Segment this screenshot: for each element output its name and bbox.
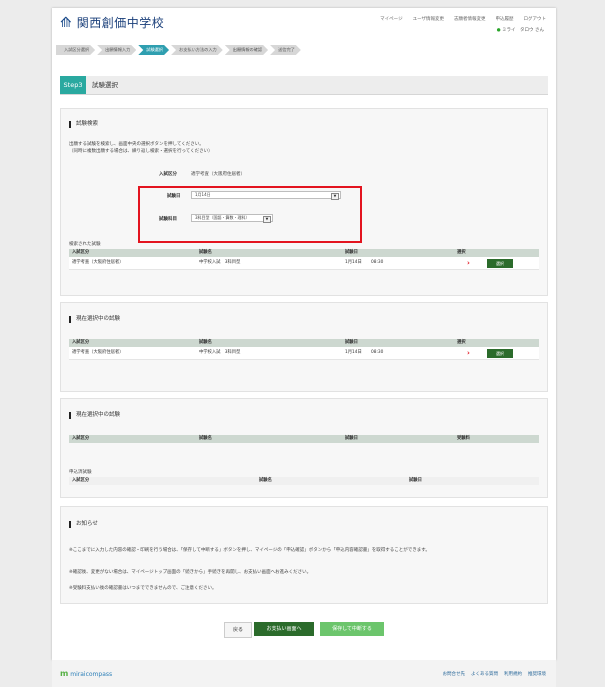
col-select: 選択 <box>457 340 466 345</box>
miraicompass-logo[interactable]: m miraicompass <box>60 669 112 678</box>
table-row: 適学考査（大阪府住居者） 中学校入試 3科目型 1月14日 08:30 › 選択 <box>69 257 539 270</box>
col-division: 入試区分 <box>72 340 90 345</box>
step-2: 出願情報入力 <box>97 45 136 55</box>
notice-line-3: ※受験料支払い後の確認書はいつまでできませんので、ご注意ください。 <box>69 586 217 591</box>
step-3-active: 試験選択 <box>138 45 169 55</box>
chevron-right-icon: › <box>467 349 470 357</box>
col-division: 入試区分 <box>72 436 90 441</box>
footer-link-environment[interactable]: 推奨環境 <box>528 671 546 677</box>
col-select: 選択 <box>457 250 466 255</box>
user-icon: ● <box>496 28 501 33</box>
selecting-exam-panel: 現在選択中の試験 入試区分 試験名 試験日 選択 適学考査（大阪府住居者） 中学… <box>60 302 548 392</box>
row-exam: 中学校入試 3科目型 <box>199 260 241 265</box>
school-name: 関西創価中学校 <box>76 16 165 30</box>
back-button[interactable]: 戻る <box>224 622 252 638</box>
step-1: 入試区分選択 <box>56 45 95 55</box>
selected-exam-panel: 現在選択中の試験 入試区分 試験名 試験日 受験料 申込済試験 入試区分 試験名… <box>60 398 548 498</box>
user-name: ミライ タロウ さん <box>502 28 544 33</box>
page-title: 試験選択 <box>92 81 118 89</box>
user-name-line: ● ミライ タロウ さん <box>497 27 544 33</box>
col-division: 入試区分 <box>72 478 90 483</box>
search-result-label: 検索された試験 <box>69 242 101 247</box>
miraicompass-logo-text: miraicompass <box>70 671 113 678</box>
division-value: 適学考査（大阪府住居者） <box>191 172 245 177</box>
notice-line-1: ※ここまでに入力した内容の確認・印刷を行う場合は、「保存して中断する」ボタンを押… <box>69 548 430 553</box>
row-time: 08:30 <box>371 260 384 265</box>
col-exam: 試験名 <box>199 436 212 441</box>
col-fee: 受験料 <box>457 436 470 441</box>
selecting-table-header: 入試区分 試験名 試験日 選択 <box>69 339 539 347</box>
result-table-header: 入試区分 試験名 試験日 選択 <box>69 249 539 257</box>
site-footer: m miraicompass お問合せ先 よくある質問 利用規約 推奨環境 <box>52 660 556 687</box>
nav-applicant-info[interactable]: 志願者情報変更 <box>454 16 486 22</box>
col-date: 試験日 <box>345 436 358 441</box>
exam-search-title: 試験検索 <box>69 121 98 128</box>
miraicompass-logo-mark: m <box>60 669 69 678</box>
notice-panel: お知らせ ※ここまでに入力した内容の確認・印刷を行う場合は、「保存して中断する」… <box>60 506 548 604</box>
top-nav: マイページ ユーザ情報変更 志願者情報変更 申込履歴 ログアウト <box>380 16 546 22</box>
site-header: ⟰ 関西創価中学校 マイページ ユーザ情報変更 志願者情報変更 申込履歴 ログア… <box>52 8 556 40</box>
col-date: 試験日 <box>345 340 358 345</box>
col-exam: 試験名 <box>259 478 272 483</box>
step-title-bar: Step3 試験選択 <box>60 76 548 95</box>
col-exam: 試験名 <box>199 250 212 255</box>
search-description-2: （同時に複数出願する場合は、繰り返し検索・選択を行ってください） <box>69 149 213 154</box>
applied-exam-label: 申込済試験 <box>69 470 92 475</box>
step-6: 送信完了 <box>270 45 301 55</box>
footer-link-contact[interactable]: お問合せ先 <box>443 671 466 677</box>
row-date: 1月14日 <box>345 350 362 355</box>
main-page: ⟰ 関西創価中学校 マイページ ユーザ情報変更 志願者情報変更 申込履歴 ログア… <box>52 8 556 660</box>
select-button[interactable]: 選択 <box>487 258 513 268</box>
chevron-right-icon: › <box>467 259 470 267</box>
pay-button[interactable]: お支払い画面へ <box>254 622 314 636</box>
footer-links: お問合せ先 よくある質問 利用規約 推奨環境 <box>443 671 547 677</box>
col-exam: 試験名 <box>199 340 212 345</box>
highlight-box <box>138 186 362 243</box>
row-date: 1月14日 <box>345 260 362 265</box>
row-division: 適学考査（大阪府住居者） <box>72 260 124 265</box>
school-emblem-icon: ⟰ <box>60 14 72 31</box>
search-description-1: 出願する試験を検索し、画面中央の選択ボタンを押してください。 <box>69 142 204 147</box>
table-row: 適学考査（大阪府住居者） 中学校入試 3科目型 1月14日 08:30 › 選択 <box>69 347 539 360</box>
save-and-suspend-button[interactable]: 保存して中断する <box>320 622 384 636</box>
selected-exam-title: 現在選択中の試験 <box>69 412 120 419</box>
col-division: 入試区分 <box>72 250 90 255</box>
notice-title: お知らせ <box>69 521 98 528</box>
step-4: お支払い方法の入力 <box>171 45 223 55</box>
step-badge: Step3 <box>60 76 86 94</box>
footer-link-faq[interactable]: よくある質問 <box>471 671 498 677</box>
applied-table-header: 入試区分 試験名 試験日 <box>69 477 539 485</box>
nav-logout[interactable]: ログアウト <box>524 16 547 22</box>
nav-user-info[interactable]: ユーザ情報変更 <box>413 16 444 22</box>
selecting-exam-title: 現在選択中の試験 <box>69 316 120 323</box>
select-button[interactable]: 選択 <box>487 348 513 358</box>
row-division: 適学考査（大阪府住居者） <box>72 350 124 355</box>
step-5: 出願情報の確認 <box>225 45 268 55</box>
notice-line-2: ※確認後、変更がない場合は、マイページトップ画面の「続きから」手続きを再開し、お… <box>69 570 312 575</box>
school-logo[interactable]: ⟰ 関西創価中学校 <box>60 14 164 31</box>
row-exam: 中学校入試 3科目型 <box>199 350 241 355</box>
col-date: 試験日 <box>409 478 422 483</box>
nav-history[interactable]: 申込履歴 <box>496 16 514 22</box>
selected-table-header: 入試区分 試験名 試験日 受験料 <box>69 435 539 443</box>
row-time: 08:30 <box>371 350 384 355</box>
progress-steps: 入試区分選択 出願情報入力 試験選択 お支払い方法の入力 出願情報の確認 送信完… <box>56 45 552 55</box>
footer-link-terms[interactable]: 利用規約 <box>504 671 522 677</box>
nav-mypage[interactable]: マイページ <box>380 16 402 22</box>
col-date: 試験日 <box>345 250 358 255</box>
division-label: 入試区分 <box>159 172 177 177</box>
